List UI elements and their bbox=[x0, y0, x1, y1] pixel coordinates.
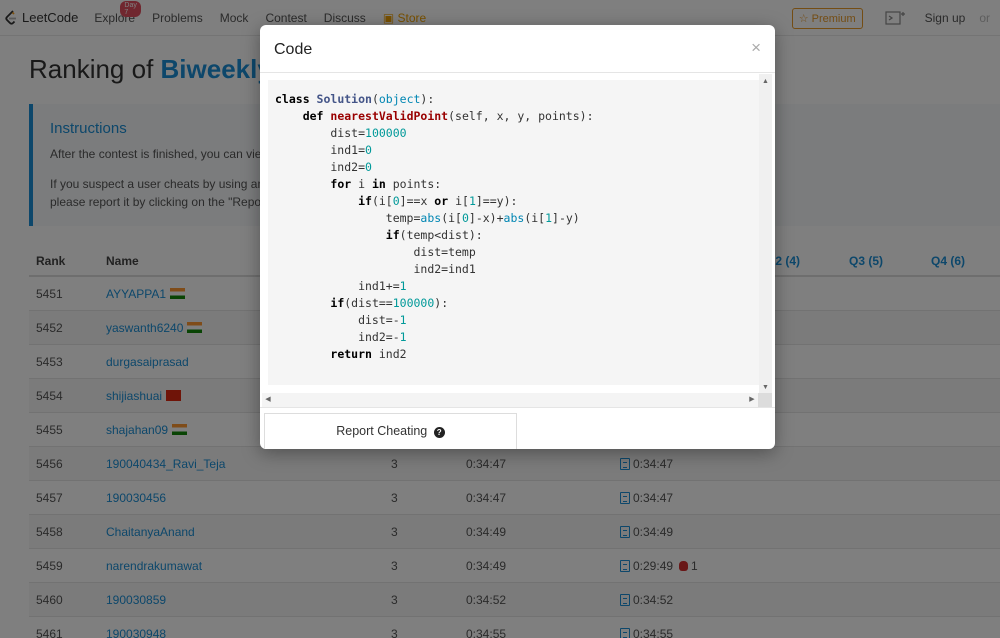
code-line: ind1+=1 bbox=[275, 279, 407, 293]
close-icon[interactable]: × bbox=[751, 38, 761, 58]
code-line: class Solution(object): bbox=[275, 92, 435, 106]
code-line: return ind2 bbox=[330, 347, 407, 361]
modal-title: Code bbox=[274, 41, 313, 58]
horizontal-scrollbar[interactable]: ◀ ▶ bbox=[262, 393, 758, 407]
report-cheating-button[interactable]: Report Cheating ? bbox=[264, 413, 517, 449]
scroll-right-icon[interactable]: ▶ bbox=[746, 393, 758, 407]
code-line: ind2=0 bbox=[275, 160, 372, 174]
code-line: dist=temp bbox=[275, 245, 476, 259]
scroll-up-icon[interactable]: ▲ bbox=[759, 76, 772, 88]
code-line: dist=100000 bbox=[275, 126, 407, 140]
code-line: ind2=-1 bbox=[275, 330, 407, 344]
code-line: dist=-1 bbox=[275, 313, 407, 327]
report-cheating-label: Report Cheating bbox=[336, 424, 428, 438]
code-line: if(temp<dist): bbox=[385, 228, 483, 242]
modal-footer: Report Cheating ? bbox=[260, 407, 775, 449]
scrollbar-corner bbox=[758, 393, 772, 407]
code-line: def nearestValidPoint(self, x, y, points… bbox=[302, 109, 594, 123]
code-line: temp=abs(i[0]-x)+abs(i[1]-y) bbox=[275, 211, 580, 225]
vertical-scrollbar[interactable]: ▲ ▼ bbox=[759, 74, 772, 394]
code-modal: Code × class Solution(object): def neare… bbox=[260, 25, 775, 449]
code-line: if(dist==100000): bbox=[330, 296, 449, 310]
code-line: for i in points: bbox=[330, 177, 442, 191]
help-circle-icon: ? bbox=[433, 427, 445, 438]
code-line: ind2=ind1 bbox=[275, 262, 476, 276]
code-block: class Solution(object): def nearestValid… bbox=[268, 80, 759, 385]
code-line: if(i[0]==x or i[1]==y): bbox=[358, 194, 518, 208]
code-line: ind1=0 bbox=[275, 143, 372, 157]
modal-header: Code × bbox=[260, 25, 775, 73]
scroll-left-icon[interactable]: ◀ bbox=[262, 393, 274, 407]
